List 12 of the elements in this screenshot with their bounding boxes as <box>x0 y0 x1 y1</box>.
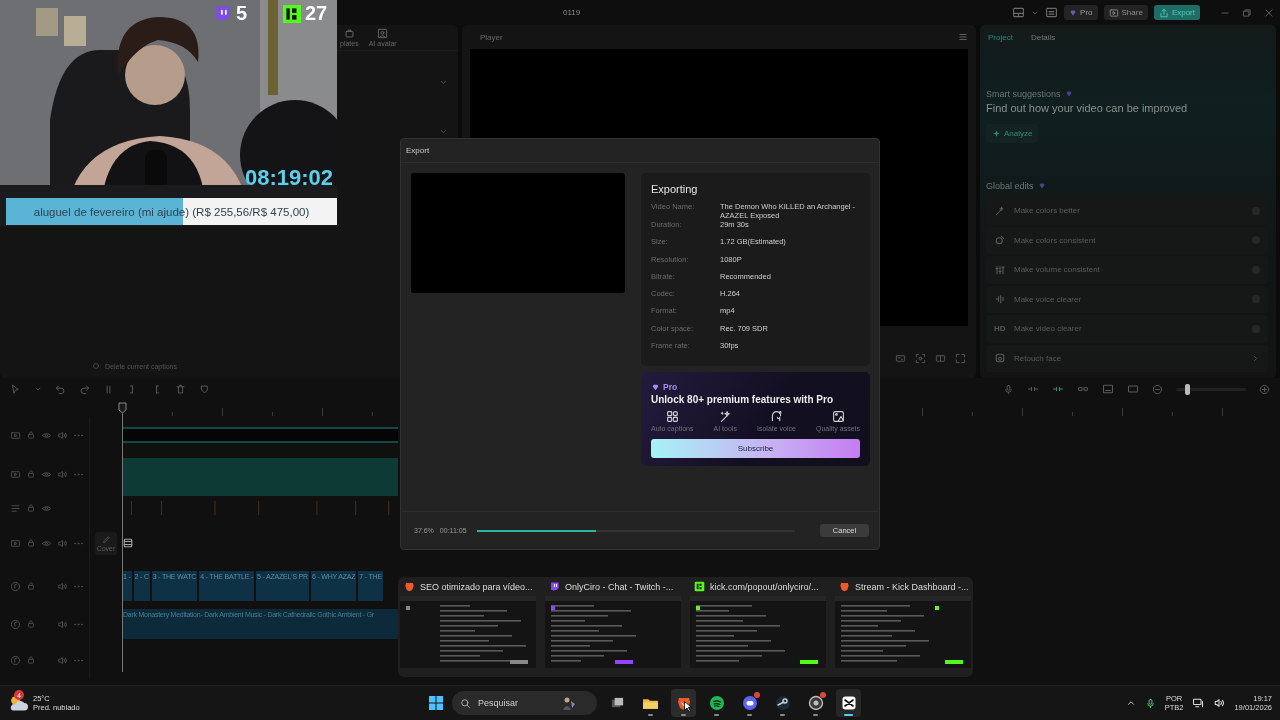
promo-headline: Unlock 80+ premium features with Pro <box>651 394 834 406</box>
section-title: Global edits <box>986 181 1034 191</box>
viewer-count: 5 <box>236 2 248 25</box>
pro-label: Pro <box>663 382 678 393</box>
status-title: Exporting <box>651 183 699 195</box>
stream-timer: 08:19:02 <box>244 165 333 191</box>
panel-title: Player <box>480 32 503 42</box>
suggestion-text: Find out how your video can be improved <box>986 102 1189 114</box>
window-title: 0119 <box>563 8 581 17</box>
viewer-count: 27 <box>305 2 328 25</box>
section-title: Smart suggestions <box>986 89 1061 99</box>
dialog-title: Export <box>406 146 430 155</box>
